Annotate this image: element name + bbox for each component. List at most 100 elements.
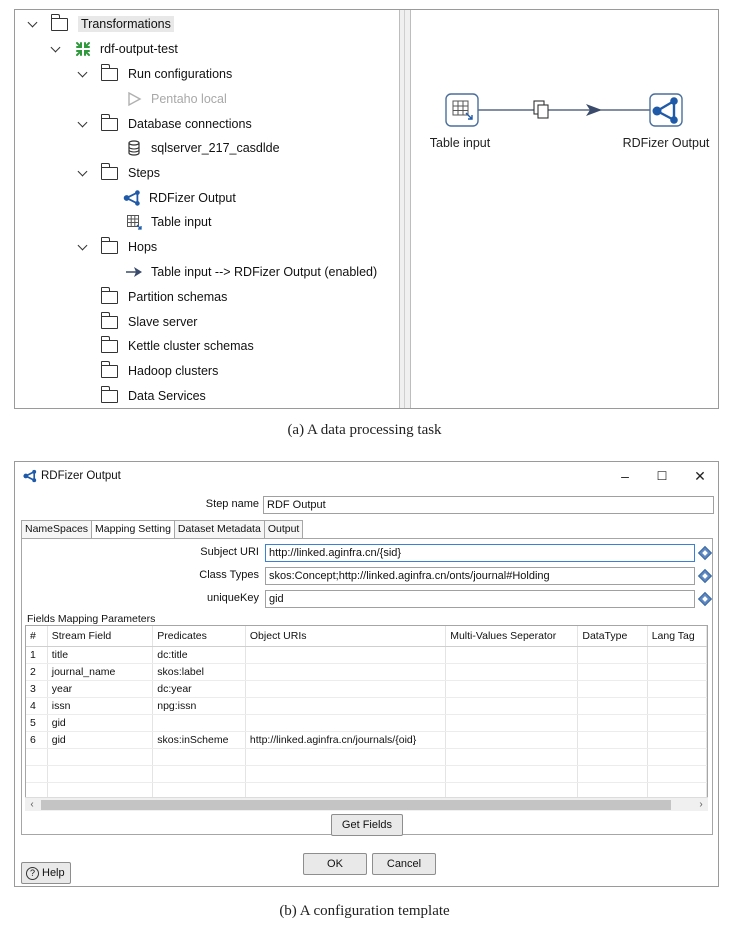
help-button[interactable]: ? Help: [21, 862, 71, 884]
table-cell[interactable]: [445, 663, 579, 681]
table-cell[interactable]: [577, 646, 648, 664]
tab-dataset-metadata[interactable]: Dataset Metadata: [173, 520, 265, 538]
table-cell[interactable]: [577, 663, 648, 681]
tab-namespaces[interactable]: NameSpaces: [21, 520, 93, 538]
table-cell[interactable]: [245, 646, 447, 664]
empty-row[interactable]: [26, 748, 707, 766]
table-cell[interactable]: [647, 714, 707, 732]
unique-key-field[interactable]: gid: [265, 590, 695, 608]
tree-node-hops[interactable]: Hops: [77, 236, 157, 258]
table-cell[interactable]: [245, 714, 447, 732]
chevron-down-icon[interactable]: [77, 241, 89, 253]
table-row[interactable]: 2 journal_name skos:label: [26, 663, 707, 681]
chevron-down-icon[interactable]: [77, 118, 89, 130]
table-cell[interactable]: [245, 663, 447, 681]
table-cell[interactable]: [245, 680, 447, 698]
table-cell[interactable]: [152, 714, 246, 732]
tree-node-kettle-cluster-schemas[interactable]: Kettle cluster schemas: [100, 335, 254, 357]
table-cell[interactable]: [47, 748, 154, 766]
chevron-down-icon[interactable]: [27, 18, 39, 30]
column-header[interactable]: #: [26, 626, 48, 647]
tree-node-sqlserver[interactable]: sqlserver_217_casdlde: [125, 137, 280, 159]
column-header[interactable]: DataType: [577, 626, 648, 647]
table-cell[interactable]: dc:title: [152, 646, 246, 664]
table-cell[interactable]: [245, 765, 447, 783]
table-cell[interactable]: [577, 680, 648, 698]
table-cell[interactable]: [445, 680, 579, 698]
column-header[interactable]: Multi-Values Seperator: [445, 626, 579, 647]
scroll-left-icon[interactable]: ‹: [25, 798, 39, 812]
table-cell[interactable]: skos:inScheme: [152, 731, 246, 749]
horizontal-scrollbar[interactable]: ‹ ›: [25, 797, 708, 811]
table-row[interactable]: 5 gid: [26, 714, 707, 732]
table-cell[interactable]: [647, 663, 707, 681]
table-input-step-icon[interactable]: [445, 93, 479, 127]
maximize-button[interactable]: ☐: [652, 466, 672, 486]
tree-node-partition-schemas[interactable]: Partition schemas: [100, 286, 227, 308]
column-header[interactable]: Object URIs: [245, 626, 447, 647]
minimize-button[interactable]: –: [615, 466, 635, 486]
tree-node-hadoop-clusters[interactable]: Hadoop clusters: [100, 360, 218, 382]
cancel-button[interactable]: Cancel: [372, 853, 436, 875]
tab-output[interactable]: Output: [263, 520, 304, 538]
table-cell[interactable]: [647, 748, 707, 766]
column-header[interactable]: Predicates: [152, 626, 246, 647]
table-cell[interactable]: http://linked.aginfra.cn/journals/{oid}: [245, 731, 447, 749]
table-cell[interactable]: [152, 765, 246, 783]
tree-node-transformations[interactable]: Transformations: [27, 13, 174, 35]
table-cell[interactable]: [47, 765, 154, 783]
table-cell[interactable]: [647, 765, 707, 783]
rdfizer-output-step-icon[interactable]: [649, 93, 683, 127]
dialog-titlebar[interactable]: RDFizer Output – ☐ ✕: [15, 462, 718, 490]
table-cell[interactable]: [445, 697, 579, 715]
transformation-canvas[interactable]: Table input RDFizer Output: [412, 10, 718, 408]
chevron-down-icon[interactable]: [77, 167, 89, 179]
tree-node-transformation[interactable]: rdf-output-test: [50, 38, 178, 60]
table-cell[interactable]: [577, 748, 648, 766]
subject-uri-field[interactable]: http://linked.aginfra.cn/{sid}: [265, 544, 695, 562]
empty-row[interactable]: [26, 765, 707, 783]
scroll-right-icon[interactable]: ›: [694, 798, 708, 812]
table-cell[interactable]: issn: [47, 697, 154, 715]
tree-node-slave-server[interactable]: Slave server: [100, 311, 197, 333]
close-button[interactable]: ✕: [690, 466, 710, 486]
table-row[interactable]: 6 gid skos:inScheme http://linked.aginfra.c…: [26, 731, 707, 749]
panel-splitter[interactable]: [399, 10, 411, 408]
table-cell[interactable]: [445, 714, 579, 732]
fields-mapping-table[interactable]: # Stream Field Predicates Object URIs Multi-…: [25, 625, 708, 811]
tree-node-pentaho-local[interactable]: Pentaho local: [125, 88, 227, 110]
table-cell[interactable]: [647, 697, 707, 715]
tree-node-data-services[interactable]: Data Services: [100, 385, 206, 407]
table-cell[interactable]: [152, 748, 246, 766]
tree-node-table-input[interactable]: Table input: [125, 211, 211, 233]
step-name-field[interactable]: RDF Output: [263, 496, 714, 514]
table-row[interactable]: 3 year dc:year: [26, 680, 707, 698]
table-cell[interactable]: [647, 646, 707, 664]
ok-button[interactable]: OK: [303, 853, 367, 875]
table-cell[interactable]: skos:label: [152, 663, 246, 681]
table-cell[interactable]: [647, 731, 707, 749]
table-cell[interactable]: [26, 765, 48, 783]
table-cell[interactable]: [445, 748, 579, 766]
table-cell[interactable]: [577, 765, 648, 783]
tree-node-steps[interactable]: Steps: [77, 162, 160, 184]
table-cell[interactable]: dc:year: [152, 680, 246, 698]
class-types-field[interactable]: skos:Concept;http://linked.aginfra.cn/on…: [265, 567, 695, 585]
table-cell[interactable]: [577, 731, 648, 749]
table-cell[interactable]: npg:issn: [152, 697, 246, 715]
column-header[interactable]: Stream Field: [47, 626, 154, 647]
table-row[interactable]: 1 title dc:title: [26, 646, 707, 664]
table-cell[interactable]: year: [47, 680, 154, 698]
column-header[interactable]: Lang Tag: [647, 626, 707, 647]
table-cell[interactable]: [647, 680, 707, 698]
table-cell[interactable]: journal_name: [47, 663, 154, 681]
table-cell[interactable]: gid: [47, 731, 154, 749]
table-cell[interactable]: [577, 714, 648, 732]
tree-node-rdfizer-output[interactable]: RDFizer Output: [123, 187, 236, 209]
table-cell[interactable]: [445, 731, 579, 749]
table-cell[interactable]: [245, 697, 447, 715]
table-cell[interactable]: [577, 697, 648, 715]
table-row[interactable]: 4 issn npg:issn: [26, 697, 707, 715]
table-cell[interactable]: [445, 765, 579, 783]
chevron-down-icon[interactable]: [50, 43, 62, 55]
